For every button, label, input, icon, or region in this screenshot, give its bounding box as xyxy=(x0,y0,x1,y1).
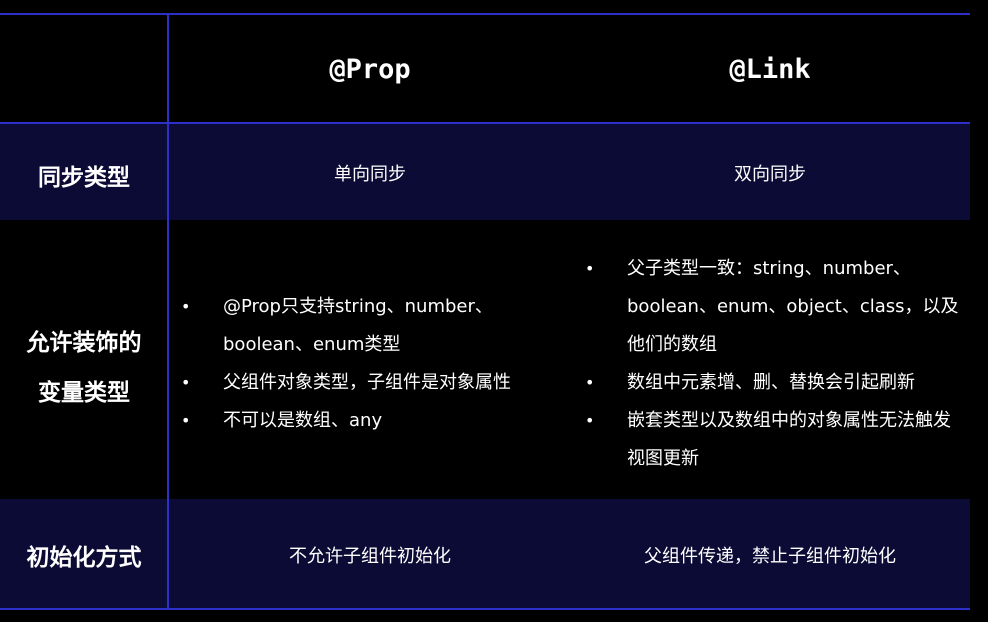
row-label-line: 变量类型 xyxy=(38,380,130,406)
link-var-type-list: 父子类型一致：string、number、boolean、enum、object… xyxy=(585,250,960,478)
grid-line xyxy=(0,13,970,15)
grid-line xyxy=(0,608,970,610)
list-item: 父组件对象类型，子组件是对象属性 xyxy=(181,364,541,402)
row-label-sync-type: 同步类型 xyxy=(0,160,168,196)
grid-line-vertical xyxy=(167,14,169,610)
column-header-prop: @Prop xyxy=(329,54,411,85)
list-item: 父子类型一致：string、number、boolean、enum、object… xyxy=(585,250,960,364)
row-label-var-types: 允许装饰的 变量类型 xyxy=(0,318,168,418)
list-item: 不可以是数组、any xyxy=(181,402,541,440)
row-label-line: 初始化方式 xyxy=(26,545,142,571)
cell-prop-init-method: 不允许子组件初始化 xyxy=(289,546,451,567)
list-item: 数组中元素增、删、替换会引起刷新 xyxy=(585,364,960,402)
grid-line xyxy=(0,122,970,124)
column-header-link: @Link xyxy=(729,54,811,85)
cell-link-sync-type: 双向同步 xyxy=(734,164,806,185)
row-label-line: 同步类型 xyxy=(38,165,130,191)
row-label-line: 允许装饰的 xyxy=(26,330,142,356)
list-item: 嵌套类型以及数组中的对象属性无法触发视图更新 xyxy=(585,402,960,478)
prop-var-type-list: @Prop只支持string、number、boolean、enum类型 父组件… xyxy=(181,288,541,440)
cell-link-init-method: 父组件传递，禁止子组件初始化 xyxy=(644,546,896,567)
cell-prop-sync-type: 单向同步 xyxy=(334,164,406,185)
row-label-init-method: 初始化方式 xyxy=(0,540,168,576)
list-item: @Prop只支持string、number、boolean、enum类型 xyxy=(181,288,541,364)
